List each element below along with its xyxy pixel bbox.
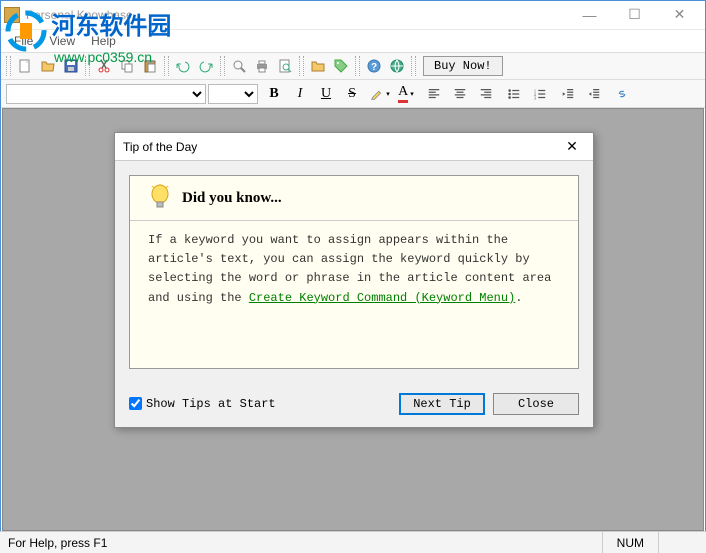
toolbar-grip	[355, 56, 360, 76]
show-tips-input[interactable]	[129, 397, 142, 410]
number-list-button[interactable]: 123	[528, 83, 552, 105]
tip-content: If a keyword you want to assign appears …	[130, 231, 578, 368]
toolbar-grip	[164, 56, 169, 76]
dialog-close-button[interactable]: ✕	[559, 136, 585, 158]
outdent-button[interactable]	[556, 83, 580, 105]
font-color-button[interactable]: A▾	[394, 83, 418, 105]
dialog-title-text: Tip of the Day	[123, 140, 559, 154]
app-icon	[4, 7, 20, 23]
dialog-titlebar: Tip of the Day ✕	[115, 133, 593, 161]
tag-icon[interactable]	[330, 55, 352, 77]
undo-icon[interactable]	[172, 55, 194, 77]
buy-now-button[interactable]: Buy Now!	[423, 56, 503, 76]
align-center-button[interactable]	[448, 83, 472, 105]
close-button[interactable]: Close	[493, 393, 579, 415]
align-left-button[interactable]	[422, 83, 446, 105]
bold-button[interactable]: B	[262, 83, 286, 105]
web-icon[interactable]	[386, 55, 408, 77]
maximize-button[interactable]: ☐	[612, 1, 657, 29]
save-icon[interactable]	[60, 55, 82, 77]
toolbar-grip	[299, 56, 304, 76]
show-tips-checkbox[interactable]: Show Tips at Start	[129, 397, 276, 411]
status-help: For Help, press F1	[8, 536, 602, 550]
find-icon[interactable]	[228, 55, 250, 77]
toolbar-grip	[85, 56, 90, 76]
link-button[interactable]	[610, 83, 634, 105]
copy-icon[interactable]	[116, 55, 138, 77]
status-num: NUM	[602, 532, 658, 553]
indent-button[interactable]	[582, 83, 606, 105]
align-right-button[interactable]	[474, 83, 498, 105]
close-window-button[interactable]: ✕	[657, 1, 702, 29]
tip-link[interactable]: Create Keyword Command (Keyword Menu)	[249, 291, 515, 305]
titlebar: Personal Knowbase — ☐ ✕	[0, 0, 706, 30]
open-icon[interactable]	[37, 55, 59, 77]
tip-panel: Did you know... If a keyword you want to…	[129, 175, 579, 369]
menubar: File View Help	[0, 30, 706, 52]
window-title: Personal Knowbase	[26, 8, 567, 22]
menu-view[interactable]: View	[41, 32, 83, 50]
font-family-select[interactable]	[6, 84, 206, 104]
italic-button[interactable]: I	[288, 83, 312, 105]
svg-text:3: 3	[534, 95, 537, 100]
help-icon[interactable]: ?	[363, 55, 385, 77]
menu-file[interactable]: File	[6, 32, 41, 50]
next-tip-button[interactable]: Next Tip	[399, 393, 485, 415]
highlight-button[interactable]: ▾	[368, 83, 392, 105]
strike-button[interactable]: S	[340, 83, 364, 105]
menu-help[interactable]: Help	[83, 32, 124, 50]
toolbar-grip	[6, 56, 11, 76]
status-empty	[658, 532, 698, 553]
tip-dialog: Tip of the Day ✕ Did you know... If a ke…	[114, 132, 594, 428]
lightbulb-icon	[148, 184, 172, 212]
tip-header: Did you know...	[182, 190, 282, 207]
new-icon[interactable]	[14, 55, 36, 77]
format-toolbar: B I U S ▾ A▾ 123	[0, 80, 706, 108]
folder-icon[interactable]	[307, 55, 329, 77]
svg-text:?: ?	[371, 62, 377, 73]
bullet-list-button[interactable]	[502, 83, 526, 105]
cut-icon[interactable]	[93, 55, 115, 77]
statusbar: For Help, press F1 NUM	[0, 531, 706, 553]
minimize-button[interactable]: —	[567, 1, 612, 29]
font-size-select[interactable]	[208, 84, 258, 104]
paste-icon[interactable]	[139, 55, 161, 77]
toolbar-grip	[411, 56, 416, 76]
print-icon[interactable]	[251, 55, 273, 77]
underline-button[interactable]: U	[314, 83, 338, 105]
redo-icon[interactable]	[195, 55, 217, 77]
preview-icon[interactable]	[274, 55, 296, 77]
main-toolbar: ? Buy Now!	[0, 52, 706, 80]
toolbar-grip	[220, 56, 225, 76]
